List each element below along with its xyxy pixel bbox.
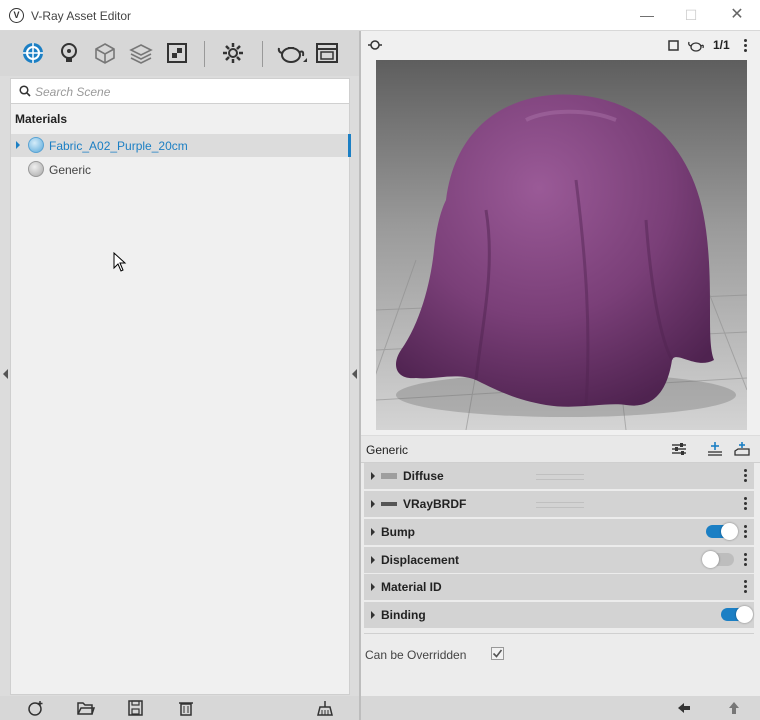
selection-indicator <box>348 134 351 157</box>
material-label: Fabric_A02_Purple_20cm <box>49 139 188 153</box>
brdf-swatch <box>381 502 397 506</box>
override-label: Can be Overridden <box>365 648 467 662</box>
bump-toggle[interactable] <box>706 523 738 540</box>
more-options-icon[interactable] <box>744 580 748 594</box>
expand-arrow-icon[interactable] <box>371 611 375 619</box>
property-row-displacement[interactable]: Displacement <box>364 547 754 573</box>
title-bar: V V-Ray Asset Editor — ☐ ✕ <box>0 0 760 31</box>
property-row-vraybrdf[interactable]: VRayBRDF <box>364 491 754 517</box>
property-label: Diffuse <box>403 469 444 483</box>
material-ball-icon <box>28 161 44 177</box>
close-button[interactable]: ✕ <box>722 4 752 26</box>
property-label: Binding <box>381 608 426 622</box>
maximize-button[interactable]: ☐ <box>676 4 706 26</box>
more-options-icon[interactable] <box>744 525 748 539</box>
search-input[interactable] <box>35 82 335 101</box>
expand-arrow-icon[interactable] <box>16 141 20 149</box>
more-options-icon[interactable] <box>744 497 748 511</box>
expand-arrow-icon[interactable] <box>371 528 375 536</box>
override-checkbox[interactable] <box>491 647 504 660</box>
toolbar-separator <box>262 41 263 67</box>
property-label: Material ID <box>381 580 442 594</box>
add-layer-icon[interactable] <box>707 441 723 457</box>
expand-arrow-icon[interactable] <box>371 472 375 480</box>
asset-toolbar <box>0 31 360 76</box>
section-divider <box>364 633 754 634</box>
material-item-generic[interactable]: Generic <box>11 158 349 181</box>
preview-counter[interactable]: 1/1 <box>713 38 730 52</box>
pin-preview-icon[interactable] <box>367 38 383 52</box>
save-icon[interactable] <box>127 700 145 716</box>
properties-header: Generic <box>361 436 760 463</box>
material-ball-icon <box>28 137 44 153</box>
sliders-icon[interactable] <box>671 442 687 456</box>
more-options-icon[interactable] <box>744 469 748 483</box>
render-teapot-icon[interactable] <box>277 40 309 66</box>
materials-panel: Materials Fabric_A02_Purple_20cm Generic <box>10 78 351 695</box>
expand-arrow-icon[interactable] <box>371 583 375 591</box>
displacement-toggle[interactable] <box>702 551 734 568</box>
properties-title: Generic <box>366 443 409 457</box>
property-row-binding[interactable]: Binding <box>364 602 754 628</box>
toolbar-separator <box>204 41 205 67</box>
preview-stop-icon[interactable] <box>668 40 679 51</box>
render-elements-icon[interactable] <box>164 40 190 66</box>
preview-menu-icon[interactable] <box>744 39 748 53</box>
property-row-bump[interactable]: Bump <box>364 519 754 545</box>
property-row-diffuse[interactable]: Diffuse <box>364 463 754 489</box>
properties-panel: Diffuse VRayBRDF Bump Displacement Mater… <box>361 463 760 696</box>
property-row-material-id[interactable]: Material ID <box>364 574 754 600</box>
binding-toggle[interactable] <box>721 606 753 623</box>
add-binding-icon[interactable] <box>734 441 750 457</box>
material-preview-image <box>376 60 747 430</box>
add-material-icon[interactable] <box>27 700 45 716</box>
material-item-fabric[interactable]: Fabric_A02_Purple_20cm <box>11 134 351 157</box>
layers-icon[interactable] <box>128 40 154 66</box>
geometry-icon[interactable] <box>92 40 118 66</box>
expand-arrow-icon[interactable] <box>371 556 375 564</box>
property-label: Displacement <box>381 553 460 567</box>
texture-slot[interactable] <box>536 502 584 508</box>
materials-heading: Materials <box>15 112 68 126</box>
search-icon <box>19 85 31 97</box>
collapse-preview-icon[interactable] <box>352 369 357 379</box>
material-label: Generic <box>49 163 92 177</box>
mouse-cursor-icon <box>113 252 127 272</box>
delete-icon[interactable] <box>177 700 195 716</box>
collapse-left-icon[interactable] <box>3 369 8 379</box>
checkmark-icon <box>492 649 503 658</box>
vray-logo-icon: V <box>9 8 24 23</box>
color-swatch[interactable] <box>381 473 397 479</box>
frame-buffer-icon[interactable] <box>314 40 340 66</box>
more-options-icon[interactable] <box>744 553 748 567</box>
window-title: V-Ray Asset Editor <box>31 9 132 23</box>
purge-unused-icon[interactable] <box>316 700 334 716</box>
properties-bottom-toolbar <box>361 696 760 720</box>
property-label: VRayBRDF <box>403 497 467 511</box>
materials-icon[interactable] <box>20 40 46 66</box>
search-bar <box>11 79 349 104</box>
preview-panel: 1/1 <box>361 31 760 435</box>
open-folder-icon[interactable] <box>77 700 95 716</box>
lights-icon[interactable] <box>56 40 82 66</box>
back-arrow-icon[interactable] <box>677 701 691 715</box>
preview-scene-teapot-icon[interactable] <box>688 39 704 52</box>
settings-icon[interactable] <box>220 40 246 66</box>
expand-arrow-icon[interactable] <box>371 500 375 508</box>
property-label: Bump <box>381 525 415 539</box>
minimize-button[interactable]: — <box>632 4 662 26</box>
up-arrow-icon[interactable] <box>727 701 741 715</box>
texture-slot[interactable] <box>536 474 584 480</box>
materials-bottom-toolbar <box>0 696 360 720</box>
